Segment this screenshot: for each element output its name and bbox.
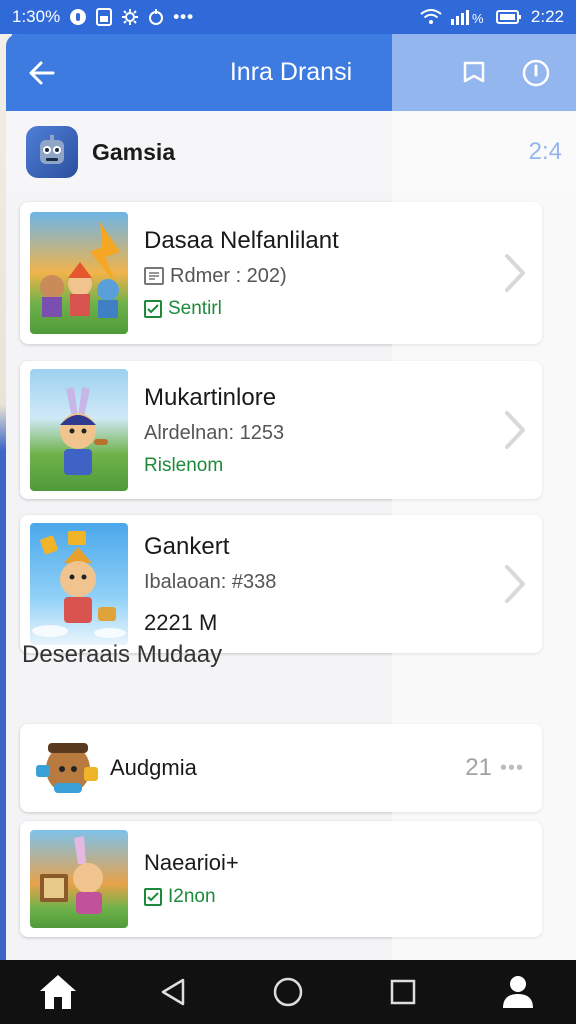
- home-button[interactable]: [28, 962, 88, 1022]
- card-status: Sentirl: [168, 297, 222, 319]
- card-subtitle: Ibalaoan: #338: [144, 570, 277, 593]
- card-subtitle: Rdmer : 202): [170, 264, 287, 287]
- card-title: Mukartinlore: [144, 383, 277, 411]
- info-icon: [522, 59, 550, 86]
- game-card[interactable]: Gankert Ibalaoan: #338 2221 M: [20, 515, 542, 653]
- drop-icon: [148, 8, 164, 26]
- more-options-icon[interactable]: •••: [500, 757, 524, 780]
- group-label: Deseraais Mudaay: [22, 641, 223, 668]
- section-header: Gamsia 2:4: [6, 111, 576, 193]
- home-circle-button[interactable]: [258, 962, 318, 1022]
- chevron-right-icon: [505, 254, 525, 292]
- more-notifications-icon: •••: [173, 7, 195, 26]
- section-count: 2:4: [528, 138, 562, 165]
- game-thumbnail: [30, 830, 128, 928]
- square-icon: [390, 979, 416, 1005]
- card-status-row: Sentirl: [144, 298, 339, 320]
- signal-icon: %: [450, 9, 487, 25]
- back-button[interactable]: [6, 34, 76, 111]
- navigation-bar: [0, 960, 576, 1024]
- chevron-right-icon: [505, 565, 525, 603]
- card-title: Dasaa Nelfanlilant: [144, 226, 339, 254]
- card-subtitle: Alrdelnan: 1253: [144, 421, 285, 444]
- bookmark-icon: [463, 61, 485, 82]
- status-bar: 1:30% ••• % 2:22: [0, 0, 576, 34]
- person-icon: [503, 976, 534, 1008]
- circle-badge-icon: [69, 8, 87, 26]
- recents-button[interactable]: [373, 962, 433, 1022]
- check-icon: [144, 299, 162, 318]
- item-status: I2non: [168, 886, 216, 907]
- svg-text:%: %: [472, 11, 484, 25]
- status-left-text: 1:30%: [12, 7, 61, 26]
- triangle-back-icon: [161, 978, 185, 1006]
- section-title: Gamsia: [92, 138, 176, 165]
- item-count: 21: [465, 754, 492, 781]
- game-card[interactable]: Dasaa Nelfanlilant Rdmer : 202) Sentirl: [20, 202, 542, 344]
- check-icon: [144, 888, 162, 906]
- battery-icon: [495, 9, 522, 25]
- game-thumbnail: [30, 523, 128, 645]
- card-subtitle-row: Rdmer : 202): [144, 265, 339, 288]
- game-thumbnail: [30, 369, 128, 491]
- back-nav-button[interactable]: [143, 962, 203, 1022]
- card-status: Rislenom: [144, 454, 224, 476]
- bookmark-button[interactable]: [454, 53, 494, 93]
- item-status-row: I2non: [144, 886, 239, 908]
- app-bar: Inra Dransi: [6, 34, 576, 111]
- arrow-left-icon: [29, 61, 55, 84]
- list-item[interactable]: Naearioi+ I2non: [20, 821, 542, 937]
- wifi-icon: [420, 9, 442, 25]
- status-time: 2:22: [530, 7, 564, 26]
- info-button[interactable]: [516, 53, 556, 93]
- game-thumbnail: [30, 212, 128, 334]
- card-title: Gankert: [144, 532, 230, 560]
- profile-button[interactable]: [488, 962, 548, 1022]
- chevron-right-icon: [505, 411, 525, 449]
- item-icon: [28, 733, 102, 803]
- game-logo-icon: [26, 126, 78, 178]
- settings-icon: [121, 8, 139, 26]
- document-icon: [144, 267, 164, 285]
- card-size: 2221 M: [144, 609, 218, 635]
- sim-icon: [96, 8, 113, 26]
- list-item[interactable]: Audgmia 21 •••: [20, 724, 542, 812]
- game-card[interactable]: Mukartinlore Alrdelnan: 1253 Rislenom: [20, 361, 542, 499]
- item-title: Audgmia: [110, 755, 197, 780]
- item-title: Naearioi+: [144, 850, 239, 875]
- home-icon: [39, 975, 76, 1009]
- circle-icon: [273, 977, 303, 1007]
